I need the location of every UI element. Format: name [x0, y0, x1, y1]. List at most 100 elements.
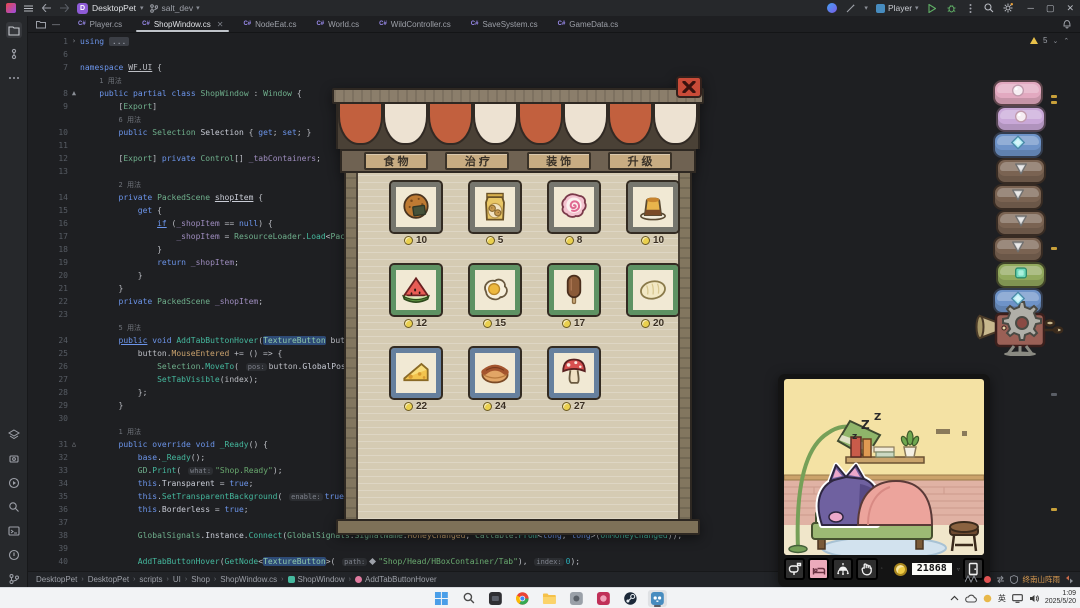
shop-item-pudding[interactable]: 10 — [613, 182, 692, 265]
shop-tab-升级[interactable]: 升级 — [608, 152, 672, 170]
chest-pearl[interactable] — [996, 106, 1046, 132]
shop-close-button[interactable] — [676, 76, 702, 98]
build-icon[interactable] — [6, 451, 22, 467]
pet-button-mailbox[interactable] — [784, 558, 805, 580]
chest-gray[interactable] — [996, 158, 1046, 184]
swap-icon[interactable] — [996, 575, 1005, 584]
maximize-button[interactable]: ▢ — [1046, 3, 1055, 14]
notification-red-dot-icon[interactable] — [984, 576, 991, 583]
tab-NodeEat.cs[interactable]: C#NodeEat.cs — [233, 16, 306, 32]
tray-cloud-icon[interactable] — [965, 594, 977, 603]
tab-ShopWindow.cs[interactable]: C#ShopWindow.cs✕ — [132, 16, 233, 32]
ime-indicator[interactable]: 英 — [998, 593, 1006, 604]
tab-GameData.cs[interactable]: C#GameData.cs — [548, 16, 629, 32]
debug-icon[interactable] — [946, 3, 957, 14]
shop-item-bread[interactable]: 20 — [613, 265, 692, 348]
usages-inlay-hint[interactable]: 1 用法 — [119, 428, 141, 436]
shield-icon[interactable] — [1010, 575, 1018, 584]
search-icon[interactable] — [6, 499, 22, 515]
hamburger-icon[interactable] — [23, 3, 34, 14]
problems-icon[interactable] — [6, 547, 22, 563]
shop-item-rice-cracker[interactable]: 10 — [376, 182, 455, 265]
shop-item-cheese[interactable]: 22 — [376, 348, 455, 431]
hide-panel-icon[interactable]: — — [52, 20, 60, 29]
taskbar-clock[interactable]: 1:09 2025/5/20 — [1045, 590, 1076, 606]
fold-chevron-icon[interactable]: › — [72, 38, 76, 45]
notifications-bell-icon[interactable] — [1062, 16, 1080, 32]
run-circle-icon[interactable] — [6, 475, 22, 491]
chest-gray[interactable] — [996, 210, 1046, 236]
tab-close-icon[interactable]: ✕ — [217, 20, 224, 29]
more-icon[interactable] — [965, 3, 976, 14]
tab-Player.cs[interactable]: C#Player.cs — [68, 16, 132, 32]
implemented-marker-icon[interactable]: ▲ — [72, 90, 76, 97]
tray-monitor-icon[interactable] — [1012, 594, 1023, 603]
breadcrumb-item[interactable]: ShopWindow.cs — [220, 575, 277, 584]
breadcrumb-item[interactable]: scripts — [139, 575, 162, 584]
transfer-icon[interactable] — [1065, 575, 1074, 584]
shop-item-hot-dog[interactable]: 24 — [455, 348, 534, 431]
pet-button-chandelier[interactable] — [832, 558, 853, 580]
wand-icon[interactable] — [845, 3, 856, 14]
taskbar-dark-app-icon[interactable] — [486, 590, 505, 607]
shop-item-popsicle[interactable]: 17 — [534, 265, 613, 348]
taskbar-photos-icon[interactable] — [594, 590, 613, 607]
overrides-marker-icon[interactable]: △ — [72, 441, 76, 448]
more-icon[interactable] — [6, 70, 22, 86]
shop-tab-治疗[interactable]: 治疗 — [445, 152, 509, 170]
breadcrumb-item[interactable]: UI — [173, 575, 181, 584]
breadcrumb-item[interactable]: DesktopPet — [88, 575, 129, 584]
project-selector[interactable]: D DesktopPet ▾ — [77, 3, 143, 14]
gear-icon[interactable] — [1003, 3, 1014, 14]
shop-item-mushroom[interactable]: 27 — [534, 348, 613, 431]
chevron-down-icon[interactable]: ▾ — [864, 4, 868, 12]
breadcrumb-item[interactable]: DesktopPet — [36, 575, 77, 584]
shop-item-watermelon[interactable]: 12 — [376, 265, 455, 348]
play-icon[interactable] — [927, 3, 938, 14]
chevron-up-icon[interactable]: ⌃ — [1063, 37, 1069, 45]
taskbar-folder-icon[interactable] — [540, 590, 559, 607]
taskbar-godot-active-icon[interactable] — [648, 590, 667, 607]
chest-diamond[interactable] — [993, 132, 1043, 158]
tab-World.cs[interactable]: C#World.cs — [306, 16, 369, 32]
inspection-widget[interactable]: 5 ⌄ ⌃ — [1030, 36, 1069, 45]
tray-amber-dot-icon[interactable] — [983, 594, 992, 603]
chevron-down-icon[interactable]: ⌄ — [1052, 37, 1058, 45]
chest-pearl[interactable] — [993, 80, 1043, 106]
breadcrumb-item[interactable]: ShopWindow — [288, 575, 345, 584]
close-button[interactable]: ✕ — [1066, 3, 1074, 14]
taskbar-chrome-icon[interactable] — [513, 590, 532, 607]
usages-inlay-hint[interactable]: 6 用法 — [119, 116, 141, 124]
terminal-icon[interactable] — [6, 523, 22, 539]
usages-inlay-hint[interactable]: 1 用法 — [99, 77, 121, 85]
back-arrow-icon[interactable] — [41, 3, 52, 14]
chest-teal[interactable] — [996, 262, 1046, 288]
run-config-selector[interactable]: Player ▾ — [876, 3, 919, 13]
taskbar-start-icon[interactable] — [432, 590, 451, 607]
status-weather-text[interactable]: 终南山阵雨 — [1023, 574, 1061, 585]
project-tool-icon[interactable] — [36, 20, 46, 29]
tray-chevron-up-icon[interactable] — [950, 595, 959, 601]
breadcrumb-item[interactable]: AddTabButtonHover — [355, 575, 437, 584]
tab-WildController.cs[interactable]: C#WildController.cs — [369, 16, 461, 32]
taskbar-steam-icon[interactable] — [621, 590, 640, 607]
commits-icon[interactable] — [6, 46, 22, 62]
avatar[interactable] — [827, 3, 837, 13]
usages-inlay-hint[interactable]: 2 用法 — [119, 181, 141, 189]
pet-button-bed[interactable] — [808, 558, 829, 580]
breadcrumb-item[interactable]: Shop — [191, 575, 210, 584]
taskbar-gray-app-icon[interactable] — [567, 590, 586, 607]
pet-button-wash[interactable] — [856, 558, 877, 580]
taskbar-search-icon[interactable] — [459, 590, 478, 607]
shop-tab-食物[interactable]: 食物 — [364, 152, 428, 170]
tab-SaveSystem.cs[interactable]: C#SaveSystem.cs — [461, 16, 548, 32]
search-icon[interactable] — [984, 3, 995, 14]
chest-gray[interactable] — [993, 236, 1043, 262]
shop-tab-装饰[interactable]: 装饰 — [527, 152, 591, 170]
chest-gray[interactable] — [993, 184, 1043, 210]
shop-item-snack-bag[interactable]: 5 — [455, 182, 534, 265]
tray-volume-icon[interactable] — [1029, 594, 1039, 603]
shop-item-fried-egg[interactable]: 15 — [455, 265, 534, 348]
layers-icon[interactable] — [6, 427, 22, 443]
forward-arrow-icon[interactable] — [59, 3, 70, 14]
